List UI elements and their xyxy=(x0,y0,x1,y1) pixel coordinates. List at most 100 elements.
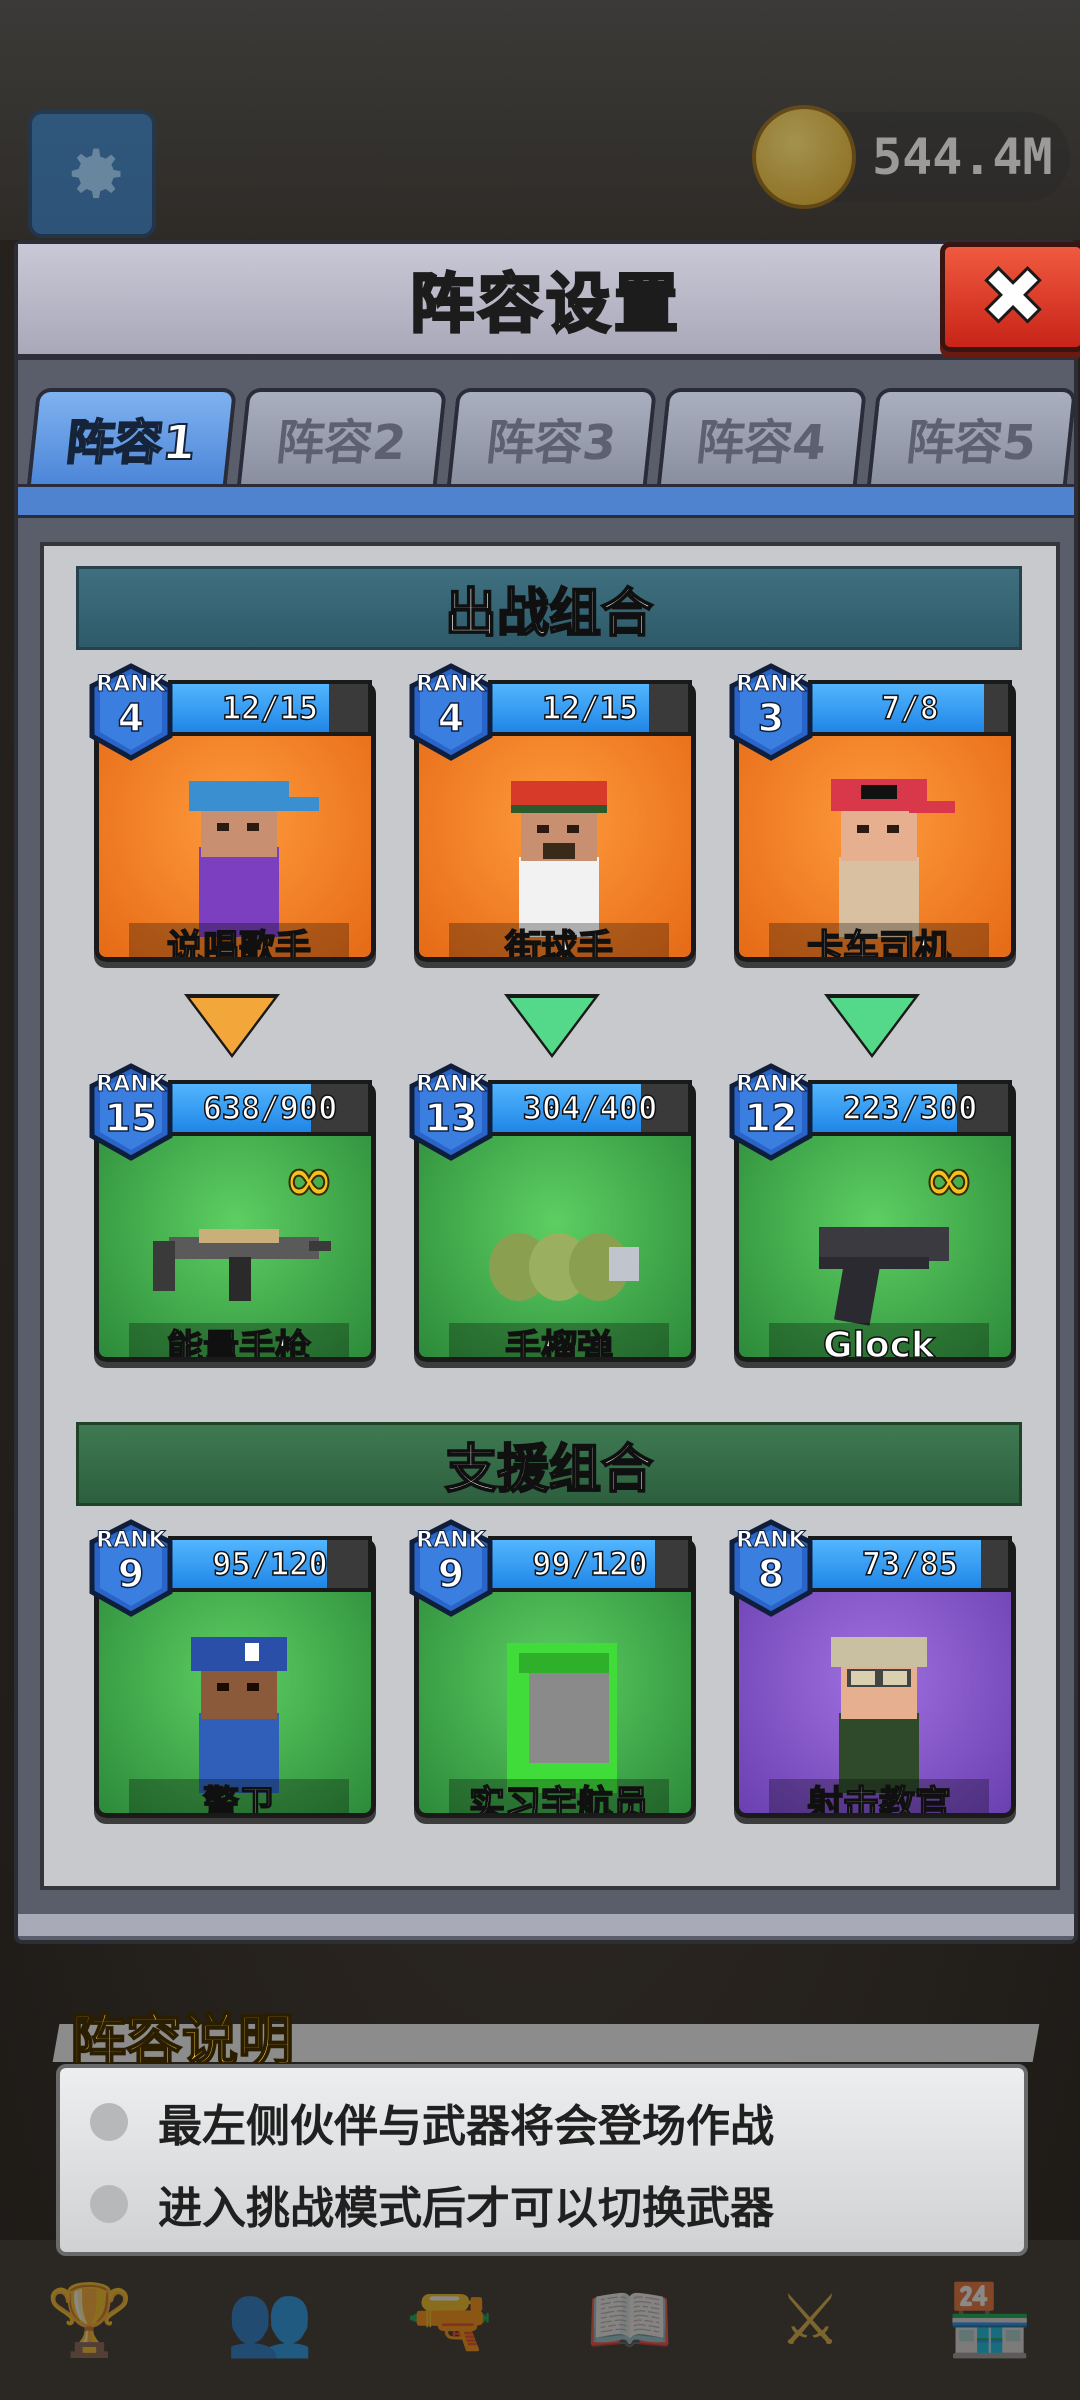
lineup-card[interactable]: 警卫 95/120 RANK 9 xyxy=(88,1518,376,1818)
lineup-tabs: 阵容1 阵容2 阵容3 阵容4 阵容5 xyxy=(26,388,1078,488)
battle-section-header: 出战组合 xyxy=(76,566,1022,650)
explanation-item: 进入挑战模式后才可以切换武器 xyxy=(90,2172,774,2236)
lineup-card[interactable]: 卡车司机 7/8 RANK 3 xyxy=(728,662,1016,962)
progress-text: 95/120 xyxy=(211,1544,328,1584)
nav-shop[interactable]: 🏪 xyxy=(930,2260,1050,2380)
lineup-card[interactable]: 手榴弹 304/400 RANK 13 xyxy=(408,1062,696,1362)
grenade-portrait-icon xyxy=(489,1233,639,1301)
rank-badge: RANK 3 xyxy=(728,662,814,762)
progress-text: 99/120 xyxy=(531,1544,648,1584)
rank-label: RANK xyxy=(96,1072,166,1098)
rank-number: 3 xyxy=(757,695,785,741)
progress-text: 7/8 xyxy=(880,688,939,728)
lineup-content: 出战组合 支援组合 说唱歌手 12/15 RANK 4 街球手 12/15 RANK 4 卡车司… xyxy=(40,542,1060,1890)
lineup-card[interactable]: 实习宇航员 99/120 RANK 9 xyxy=(408,1518,696,1818)
dialog-title: 阵容设置 xyxy=(409,267,682,344)
nav-trophy[interactable]: 🏆 xyxy=(30,2260,150,2380)
coin-amount: 544.4M xyxy=(872,128,1053,186)
progress-bar: 99/120 xyxy=(488,1536,692,1592)
nav-weapons[interactable]: 🔫 xyxy=(390,2260,510,2380)
tab-lineup-1[interactable]: 阵容1 xyxy=(26,388,238,484)
book-icon: 📖 xyxy=(586,2278,674,2361)
rank-number: 8 xyxy=(757,1551,785,1597)
bullet-icon xyxy=(90,2103,128,2141)
tab-lineup-4[interactable]: 阵容4 xyxy=(656,388,868,484)
rank-number: 9 xyxy=(117,1551,145,1597)
progress-text: 12/15 xyxy=(221,688,319,728)
progress-text: 304/400 xyxy=(522,1088,658,1128)
trucker-portrait-icon xyxy=(831,779,955,937)
close-button[interactable]: ✖ xyxy=(940,242,1080,352)
rank-number: 12 xyxy=(744,1095,798,1141)
progress-bar: 12/15 xyxy=(488,680,692,736)
shop-icon: 🏪 xyxy=(946,2278,1034,2361)
tab-underline xyxy=(18,484,1074,518)
swords-icon: ⚔ xyxy=(778,2279,842,2361)
progress-bar: 223/300 xyxy=(808,1080,1012,1136)
close-icon: ✖ xyxy=(978,250,1048,343)
rank-badge: RANK 9 xyxy=(408,1518,494,1618)
rank-number: 13 xyxy=(424,1095,478,1141)
settings-button[interactable] xyxy=(28,110,156,238)
progress-text: 12/15 xyxy=(541,688,639,728)
card-name: 手榴弹 xyxy=(449,1323,669,1357)
lineup-card[interactable]: 能量手枪 638/900 RANK 15 ∞ xyxy=(88,1062,376,1362)
rank-label: RANK xyxy=(416,1072,486,1098)
rank-badge: RANK 12 xyxy=(728,1062,814,1162)
rank-badge: RANK 8 xyxy=(728,1518,814,1618)
coin-counter: 544.4M xyxy=(752,105,1070,209)
progress-bar: 95/120 xyxy=(168,1536,372,1592)
rank-label: RANK xyxy=(736,672,806,698)
rank-badge: RANK 13 xyxy=(408,1062,494,1162)
nav-battle[interactable]: ⚔ xyxy=(750,2260,870,2380)
dialog-header: 阵容设置 xyxy=(18,244,1074,360)
astronaut-portrait-icon xyxy=(507,1643,617,1793)
gun-icon: 🔫 xyxy=(406,2278,494,2361)
lineup-card[interactable]: 说唱歌手 12/15 RANK 4 xyxy=(88,662,376,962)
instructor-portrait-icon xyxy=(831,1637,927,1793)
card-name: 实习宇航员 xyxy=(449,1779,669,1813)
rank-label: RANK xyxy=(736,1072,806,1098)
progress-text: 223/300 xyxy=(842,1088,978,1128)
rank-label: RANK xyxy=(416,672,486,698)
card-name: 卡车司机 xyxy=(769,923,989,957)
progress-bar: 7/8 xyxy=(808,680,1012,736)
bullet-icon xyxy=(90,2185,128,2223)
rank-number: 15 xyxy=(104,1095,158,1141)
infinity-icon: ∞ xyxy=(923,1145,975,1215)
rank-badge: RANK 4 xyxy=(408,662,494,762)
bottom-nav: 🏆 👥 🔫 📖 ⚔ 🏪 xyxy=(0,2240,1080,2400)
lineup-card[interactable]: 射击教官 73/85 RANK 8 xyxy=(728,1518,1016,1818)
lineup-card[interactable]: 街球手 12/15 RANK 4 xyxy=(408,662,696,962)
rank-number: 4 xyxy=(437,695,465,741)
tab-lineup-3[interactable]: 阵容3 xyxy=(446,388,658,484)
rank-label: RANK xyxy=(736,1528,806,1554)
coin-icon xyxy=(752,105,856,209)
rank-badge: RANK 15 xyxy=(88,1062,174,1162)
gear-icon xyxy=(71,148,121,199)
progress-text: 73/85 xyxy=(861,1544,959,1584)
nav-book[interactable]: 📖 xyxy=(570,2260,690,2380)
card-name: 警卫 xyxy=(129,1779,349,1813)
card-name: 说唱歌手 xyxy=(129,923,349,957)
nav-partners[interactable]: 👥 xyxy=(210,2260,330,2380)
explanation-text: 进入挑战模式后才可以切换武器 xyxy=(158,2183,774,2234)
arrow-fill xyxy=(510,998,594,1054)
trophy-icon: 🏆 xyxy=(46,2278,134,2361)
support-section-header: 支援组合 xyxy=(76,1422,1022,1506)
progress-bar: 304/400 xyxy=(488,1080,692,1136)
card-name: 射击教官 xyxy=(769,1779,989,1813)
card-name: 街球手 xyxy=(449,923,669,957)
rank-badge: RANK 9 xyxy=(88,1518,174,1618)
tab-lineup-2[interactable]: 阵容2 xyxy=(236,388,448,484)
rank-label: RANK xyxy=(96,672,166,698)
dialog-bottom-strip xyxy=(18,1914,1074,1936)
support-section-title: 支援组合 xyxy=(444,1439,654,1501)
guard-portrait-icon xyxy=(191,1637,287,1793)
baller-portrait-icon xyxy=(511,781,607,937)
rank-badge: RANK 4 xyxy=(88,662,174,762)
lineup-dialog: 阵容设置 ✖ 阵容1 阵容2 阵容3 阵容4 阵容5 出战组合 支援组合 说唱歌… xyxy=(14,240,1080,1944)
arrow-fill xyxy=(830,998,914,1054)
lineup-card[interactable]: Glock 223/300 RANK 12 ∞ xyxy=(728,1062,1016,1362)
tab-lineup-5[interactable]: 阵容5 xyxy=(866,388,1078,484)
